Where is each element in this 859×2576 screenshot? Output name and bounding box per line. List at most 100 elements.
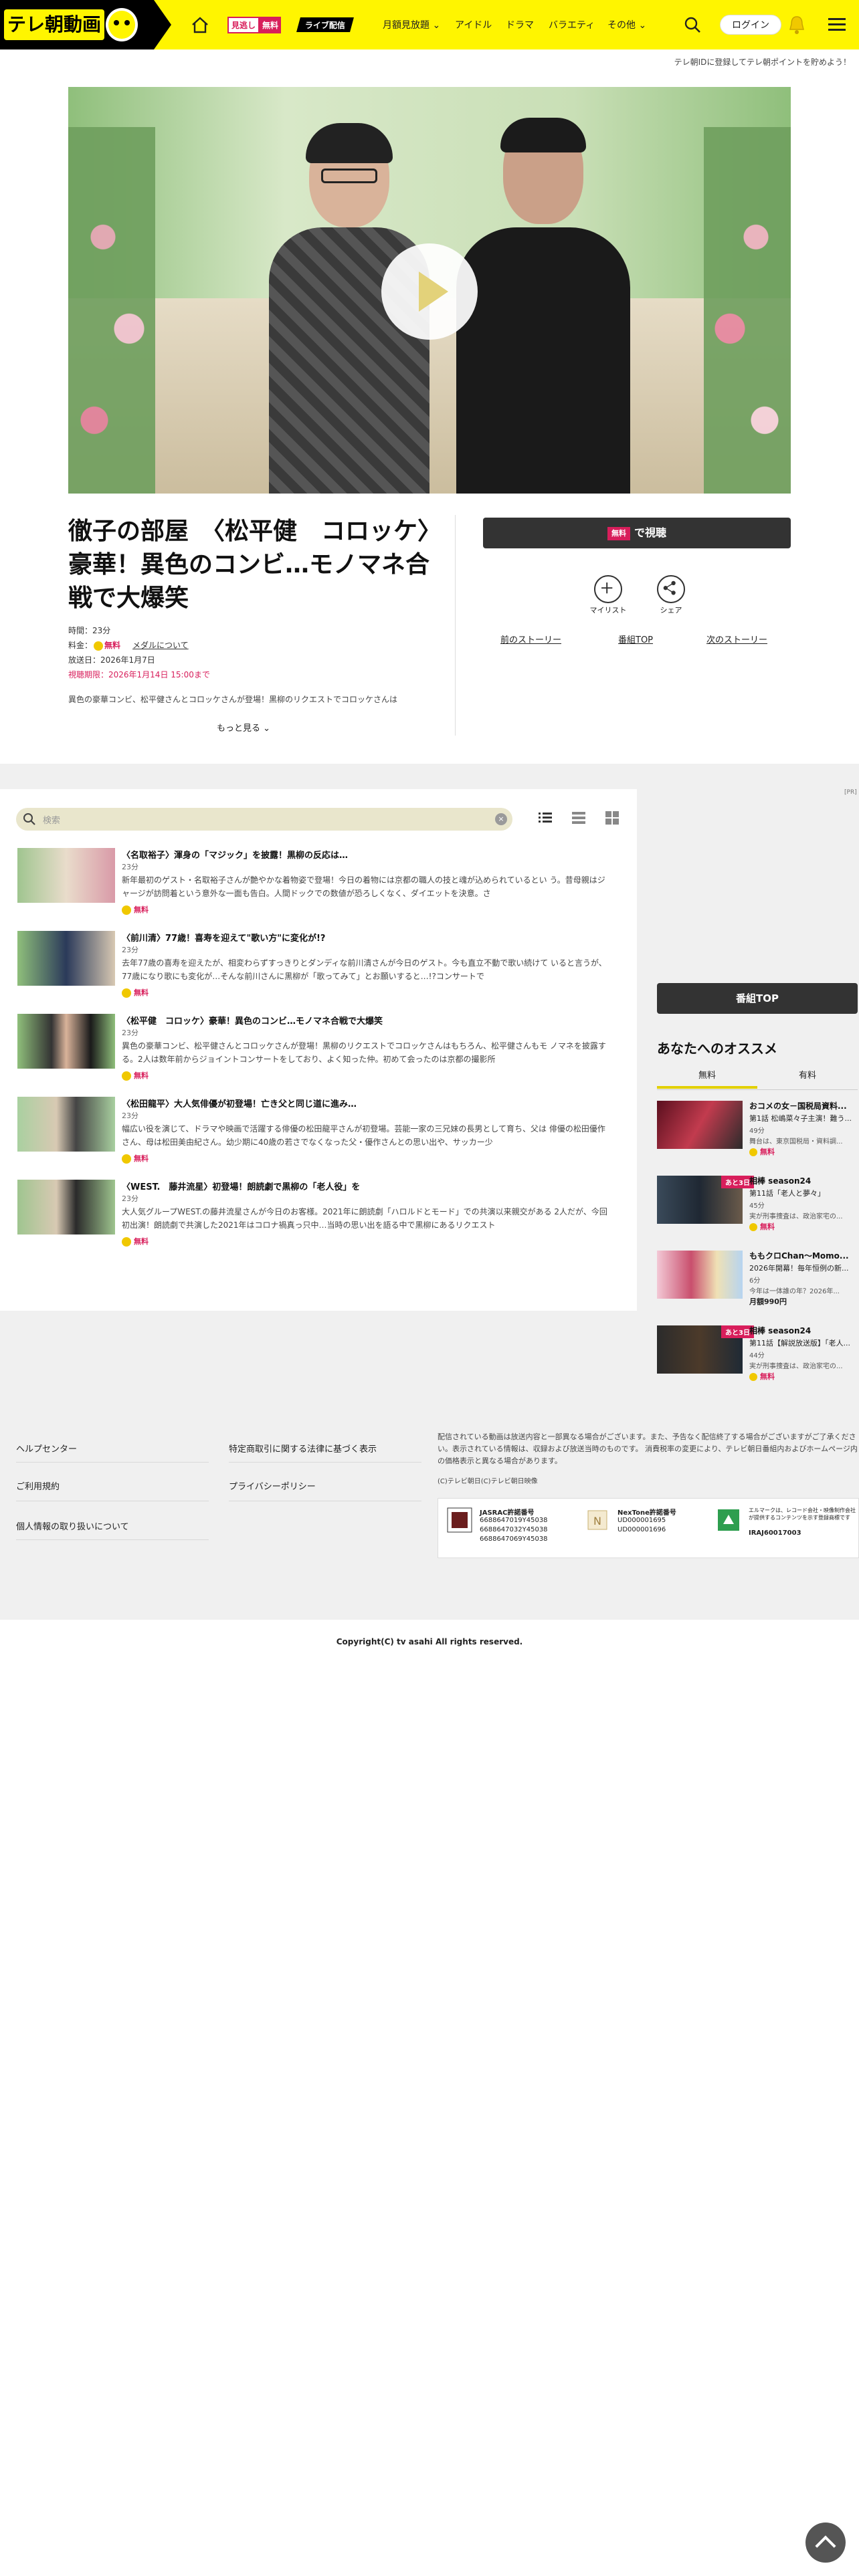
medal-icon xyxy=(122,1071,131,1081)
nav-free[interactable]: 見逃し 無料 xyxy=(227,16,282,33)
nav-idol[interactable]: アイドル xyxy=(455,18,492,31)
episode-thumbnail xyxy=(17,1097,115,1152)
recommend-price: 無料 xyxy=(749,1146,775,1157)
svg-text:N: N xyxy=(593,1515,601,1527)
lmark-logo-icon xyxy=(718,1509,739,1531)
recommend-description: 今年は一体誰の年？2026年... xyxy=(749,1288,840,1295)
page: テレ朝動画 見逃し 無料 ライブ配信 月額見放題 ⌄ アイドル ドラマ バラエテ… xyxy=(0,0,859,2576)
recommend-item[interactable]: おコメの女－国税局資料... 第1話 松嶋菜々子主演！難う... 49分 舞台は… xyxy=(657,1101,858,1168)
recommend-title-text: おコメの女－国税局資料... xyxy=(749,1101,847,1111)
more-button[interactable]: もっと見る ⌄ xyxy=(217,721,270,734)
episode-duration: 23分 xyxy=(122,1111,138,1120)
footer-link-privacy[interactable]: プライバシーポリシー xyxy=(229,1479,316,1492)
episode-description: 異色の豪華コンビ、松平健さんとコロッケさんが登場！黒柳のリクエストでコロッケさん… xyxy=(122,1041,606,1064)
footer-link-commerce-law[interactable]: 特定商取引に関する法律に基づく表示 xyxy=(229,1442,377,1455)
login-button[interactable]: ログイン xyxy=(720,15,781,35)
episode-thumbnail xyxy=(17,1180,115,1235)
episode-search[interactable]: 検索 × xyxy=(16,808,512,831)
scroll-to-top-icon[interactable] xyxy=(805,2523,846,2563)
tab-free[interactable]: 無料 xyxy=(657,1066,757,1089)
recommend-thumbnail xyxy=(657,1251,743,1299)
nav-free-label: 見逃し xyxy=(227,16,260,33)
episode-free: 無料 xyxy=(122,1070,149,1081)
logo-text: テレ朝動画 xyxy=(4,9,104,40)
recommend-description: 実が刑事捜査は、政治家宅の... xyxy=(749,1213,843,1220)
recommend-title-text: ももクロChan～Momo... xyxy=(749,1251,849,1261)
recommend-item[interactable]: あと3日 相棒 season24 第11話【解説放送版】「老人... 44分 実… xyxy=(657,1325,858,1392)
recommend-subtitle: 第11話「老人と夢々」 xyxy=(749,1189,825,1198)
episode-item[interactable]: 〈WEST. 藤井流星〉初登場！朗読劇で黒柳の「老人役」を 23分 大人気グルー… xyxy=(17,1180,619,1253)
episode-item[interactable]: 〈松平健 コロッケ〉豪華！異色のコンビ…モノマネ合戦で大爆笑 23分 異色の豪華… xyxy=(17,1014,619,1087)
list-view-icon[interactable] xyxy=(537,809,554,827)
nav-other[interactable]: その他 ⌄ xyxy=(607,18,646,31)
mylist-label: マイリスト xyxy=(589,606,627,615)
price-row: 料金： 無料 メダルについて xyxy=(68,641,189,651)
recommend-item[interactable]: ももクロChan～Momo... 2026年開幕！毎年恒例の新... 6分 今年… xyxy=(657,1251,858,1317)
medal-link[interactable]: メダルについて xyxy=(132,641,189,650)
medal-icon xyxy=(749,1223,757,1231)
episode-item[interactable]: 〈名取裕子〉渾身の「マジック」を披露！黒柳の反応は… 23分 新年最初のゲスト・… xyxy=(17,848,619,922)
recommend-price: 無料 xyxy=(749,1221,775,1232)
recommend-duration: 44分 xyxy=(749,1352,765,1360)
episode-title: 〈松平健 コロッケ〉豪華！異色のコンビ…モノマネ合戦で大爆笑 xyxy=(122,1016,383,1027)
recommend-description: 舞台は、東京国税局・資料調... xyxy=(749,1138,843,1146)
episode-item[interactable]: 〈前川清〉77歳！喜寿を迎えて"歌い方"に変化が!? 23分 去年77歳の喜寿を… xyxy=(17,931,619,1004)
tab-paid[interactable]: 有料 xyxy=(757,1066,858,1089)
mylist-plus-icon[interactable] xyxy=(594,575,622,603)
video-player[interactable] xyxy=(68,87,791,494)
episode-thumbnail xyxy=(17,1014,115,1069)
nav-variety[interactable]: バラエティ xyxy=(549,18,595,31)
play-button-icon[interactable] xyxy=(381,243,478,340)
episode-title: 〈WEST. 藤井流星〉初登場！朗読劇で黒柳の「老人役」を xyxy=(122,1182,361,1192)
footer-link-personal-info[interactable]: 個人情報の取り扱いについて xyxy=(16,1519,129,1532)
site-header: テレ朝動画 見逃し 無料 ライブ配信 月額見放題 ⌄ アイドル ドラマ バラエテ… xyxy=(0,0,859,49)
episode-description: 幅広い役を演じて、ドラマや映画で活躍する俳優の松田龍平さんが初登場。芸能一家の三… xyxy=(122,1124,605,1147)
search-icon[interactable] xyxy=(682,15,702,35)
medal-icon xyxy=(122,988,131,998)
footer-link-help[interactable]: ヘルプセンター xyxy=(16,1442,77,1455)
nav-drama[interactable]: ドラマ xyxy=(506,18,534,31)
search-placeholder: 検索 xyxy=(43,816,61,826)
next-story-link[interactable]: 次のストーリー xyxy=(706,633,767,645)
footer-divider xyxy=(16,1462,209,1463)
footer-divider xyxy=(16,1539,209,1540)
episode-duration: 23分 xyxy=(122,863,138,871)
bell-icon[interactable] xyxy=(785,13,808,36)
recommend-thumbnail xyxy=(657,1101,743,1149)
mascot-icon xyxy=(106,8,138,41)
logo[interactable]: テレ朝動画 xyxy=(0,0,171,49)
flowers-right xyxy=(704,127,791,494)
recommend-description: 実が刑事捜査は、政治家宅の... xyxy=(749,1363,843,1370)
episode-title: 〈名取裕子〉渾身の「マジック」を披露！黒柳の反応は… xyxy=(122,851,349,861)
share-icon[interactable] xyxy=(657,575,685,603)
episode-thumbnail xyxy=(17,931,115,986)
clear-icon[interactable]: × xyxy=(495,813,507,825)
episode-item[interactable]: 〈松田龍平〉大人気俳優が初登場！亡き父と同じ道に進み… 23分 幅広い役を演じて… xyxy=(17,1097,619,1170)
share-label: シェア xyxy=(660,606,682,615)
footer-note: 配信されている動画は放送内容と一部異なる場合がございます。また、予告なく配信終了… xyxy=(438,1432,858,1465)
recommend-item[interactable]: あと3日 相棒 season24 第11話「老人と夢々」 45分 実が刑事捜査は… xyxy=(657,1176,858,1243)
rights-box: JASRAC許諾番号 6688647019Y45038 6688647032Y45… xyxy=(438,1498,859,1558)
watch-button[interactable]: 無料 で視聴 xyxy=(483,518,791,548)
medal-icon xyxy=(122,1154,131,1164)
grid-view-icon[interactable] xyxy=(603,809,621,827)
home-icon[interactable] xyxy=(190,15,210,35)
medal-icon xyxy=(94,641,104,651)
menu-icon[interactable] xyxy=(827,16,847,33)
prev-story-link[interactable]: 前のストーリー xyxy=(500,633,561,645)
episode-duration: 23分 xyxy=(122,946,138,954)
program-meta: 時間：23分 料金： 無料 メダルについて 放送日：2026年1月7日 視聴期限：2… xyxy=(68,623,443,682)
footer-link-terms[interactable]: ご利用規約 xyxy=(16,1479,60,1492)
nav-live[interactable]: ライブ配信 xyxy=(296,17,354,32)
jasrac-logo-icon xyxy=(447,1507,472,1533)
aired-date: 放送日：2026年1月7日 xyxy=(68,655,155,665)
recommend-duration: 49分 xyxy=(749,1128,765,1135)
sidebar-program-top-button[interactable]: 番組TOP xyxy=(657,983,858,1014)
program-top-link[interactable]: 番組TOP xyxy=(618,633,653,645)
nav-free-badge: 無料 xyxy=(260,16,282,33)
recommend-subtitle: 2026年開幕！毎年恒例の新... xyxy=(749,1264,849,1273)
detail-view-icon[interactable] xyxy=(570,809,587,827)
footer-small-copyright: (C)テレビ朝日(C)テレビ朝日映像 xyxy=(438,1478,538,1485)
promo-text[interactable]: テレ朝IDに登録してテレ朝ポイントを貯めよう！ xyxy=(674,56,851,68)
nav-monthly[interactable]: 月額見放題 ⌄ xyxy=(383,18,440,31)
